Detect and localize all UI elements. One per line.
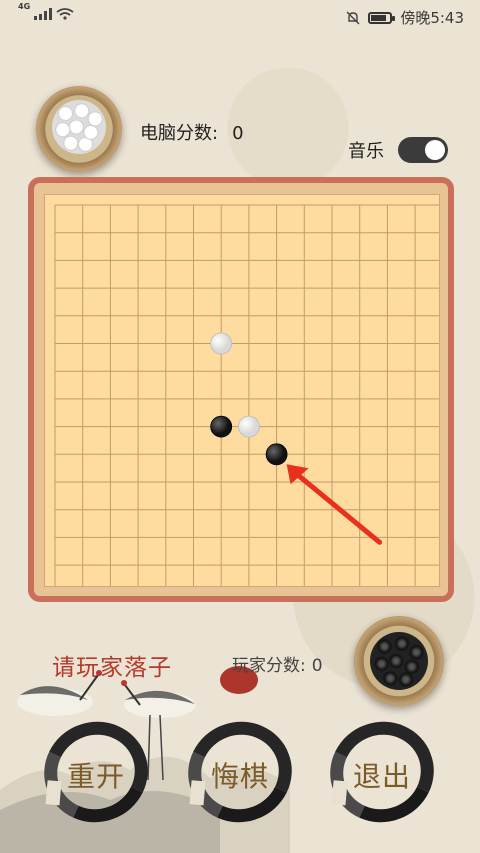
undo-button[interactable]: 悔棋 <box>174 707 306 837</box>
restart-button-label: 重开 <box>66 761 125 792</box>
clock-time: 傍晚5:43 <box>400 9 464 27</box>
mute-icon <box>346 11 360 24</box>
computer-stone-bowl <box>36 86 122 172</box>
computer-score: 电脑分数: 0 <box>140 119 244 145</box>
computer-score-value: 0 <box>232 123 244 144</box>
board-grid[interactable] <box>45 195 439 586</box>
pointer-arrow-icon <box>286 464 383 545</box>
status-right: 傍晚5:43 <box>346 7 464 28</box>
white-stone <box>210 332 233 355</box>
black-stone <box>210 415 233 438</box>
exit-button-label: 退出 <box>352 761 411 792</box>
computer-score-label: 电脑分数: <box>140 123 219 144</box>
battery-icon <box>368 11 396 24</box>
gomoku-board[interactable] <box>44 194 440 587</box>
status-left: 4G <box>18 2 74 20</box>
restart-button[interactable]: 重开 <box>30 707 162 837</box>
signal-icon <box>34 8 53 20</box>
wifi-icon <box>56 8 74 20</box>
black-stone <box>265 443 288 466</box>
music-toggle[interactable] <box>398 137 448 163</box>
white-stones-icon <box>52 100 106 154</box>
status-bar: 4G 傍晚5:43 <box>0 0 480 34</box>
undo-button-label: 悔棋 <box>210 761 269 792</box>
exit-button[interactable]: 退出 <box>316 707 448 837</box>
network-type-label: 4G <box>18 2 31 11</box>
music-label: 音乐 <box>348 141 384 162</box>
gomoku-board-frame <box>28 177 454 602</box>
music-setting: 音乐 <box>348 137 448 163</box>
toggle-knob <box>425 140 445 160</box>
white-stone <box>237 415 260 438</box>
